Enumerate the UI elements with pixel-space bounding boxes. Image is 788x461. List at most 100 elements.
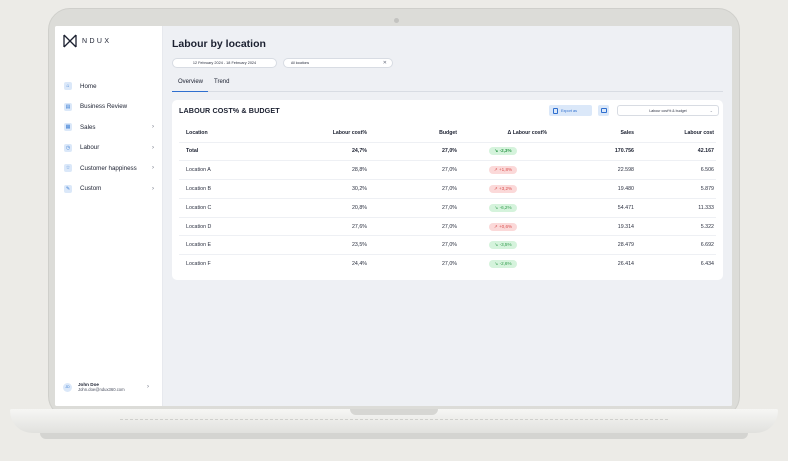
- delta-value: -2,3%: [499, 148, 512, 154]
- labour-cost-cell: 42.167: [636, 141, 716, 161]
- location-cell: Location B: [179, 179, 269, 199]
- budget-cell: 27,0%: [369, 160, 459, 180]
- delta-value: +1,8%: [498, 167, 513, 173]
- metric-select-value: Labour cost% & budget: [649, 108, 687, 113]
- date-range-picker[interactable]: 12 February 2024 - 18 February 2024: [172, 58, 277, 68]
- chevron-right-icon: ›: [152, 144, 154, 151]
- column-header: Labour cost%: [332, 129, 367, 136]
- delta-value: +0,6%: [498, 223, 513, 229]
- table-row: Location E 23,5% 27,0% ↘ -3,5% 28.479 6.692: [179, 235, 716, 255]
- laptop-notch: [350, 409, 438, 415]
- delta-cell: ↗ +0,6%: [459, 216, 549, 236]
- delta-cell: ↘ -2,3%: [459, 141, 549, 161]
- export-button[interactable]: Export as: [549, 105, 592, 116]
- delta-badge: ↗ +1,8%: [488, 166, 518, 175]
- sales-cell: 26.414: [549, 254, 636, 274]
- table-row: Location A 28,8% 27,0% ↗ +1,8% 22.598 6.506: [179, 160, 716, 180]
- sidebar-item-label: Labour: [80, 144, 100, 152]
- budget-cell: 27,0%: [369, 197, 459, 218]
- table-row: Location B 30,2% 27,0% ↗ +3,2% 19.480 5.879: [179, 179, 716, 199]
- sidebar-item-label: Sales: [80, 123, 96, 131]
- location-filter-label: All locations: [291, 61, 310, 65]
- budget-cell: 27,0%: [369, 216, 459, 236]
- sidebar-nav: ⌂ Home ▤ Business Review ▦ Sales › ◷ Labour › ☆ Cus…: [55, 76, 163, 199]
- laptop-camera: [394, 18, 399, 23]
- tab-trend[interactable]: Trend: [208, 78, 234, 92]
- chevron-right-icon: ›: [147, 384, 149, 390]
- labour-cost-cell: 11.333: [636, 197, 716, 218]
- labour-pct-cell: 24,7%: [269, 141, 369, 161]
- column-header: Sales: [620, 129, 634, 136]
- sidebar: NDUX ⌂ Home ▤ Business Review ▦ Sales › ◷ Labour…: [55, 26, 163, 406]
- logo-mark-icon: [63, 34, 77, 48]
- delta-badge: ↗ +0,6%: [488, 222, 518, 231]
- clock-icon: ◷: [64, 143, 72, 152]
- location-cell: Location D: [179, 216, 269, 236]
- chart-view-button[interactable]: [598, 105, 609, 116]
- sales-cell: 28.479: [549, 235, 636, 255]
- column-header: Location: [186, 129, 208, 136]
- sidebar-item-label: Home: [80, 82, 97, 90]
- delta-value: -6,2%: [499, 204, 512, 210]
- sidebar-item-custom[interactable]: ✎ Custom ›: [55, 179, 163, 200]
- tab-overview[interactable]: Overview: [172, 78, 209, 92]
- logo[interactable]: NDUX: [63, 34, 111, 48]
- labour-pct-cell: 30,2%: [269, 179, 369, 199]
- labour-table: Location Labour cost% Budget Δ Labour cost%…: [179, 124, 716, 274]
- delta-badge: ↘ -6,2%: [489, 203, 517, 212]
- delta-cell: ↘ -6,2%: [459, 197, 549, 218]
- delta-value: +3,2%: [498, 185, 513, 191]
- user-email: John.doe@ndux360.com: [78, 387, 125, 392]
- location-filter[interactable]: All locations ✕: [283, 58, 393, 68]
- user-profile[interactable]: JD John Doe John.doe@ndux360.com ›: [63, 382, 149, 392]
- home-icon: ⌂: [64, 82, 72, 91]
- column-header: Budget: [439, 129, 457, 136]
- table-row: Location D 27,6% 27,0% ↗ +0,6% 19.314 5.322: [179, 216, 716, 236]
- labour-pct-cell: 24,4%: [269, 254, 369, 274]
- sidebar-item-home[interactable]: ⌂ Home: [55, 76, 163, 97]
- export-icon: [553, 107, 558, 114]
- star-icon: ☆: [64, 164, 72, 173]
- close-icon[interactable]: ✕: [383, 60, 387, 66]
- delta-badge: ↗ +3,2%: [488, 184, 518, 193]
- main-content: Labour by location 12 February 2024 - 18…: [163, 26, 732, 406]
- delta-badge: ↘ -2,6%: [489, 260, 517, 269]
- sales-cell: 170.756: [549, 141, 636, 161]
- delta-cell: ↗ +3,2%: [459, 179, 549, 199]
- sidebar-item-business-review[interactable]: ▤ Business Review: [55, 97, 163, 118]
- delta-value: -3,5%: [499, 242, 512, 248]
- report-icon: ▤: [64, 102, 72, 111]
- sales-cell: 22.598: [549, 160, 636, 180]
- delta-cell: ↗ +1,8%: [459, 160, 549, 180]
- budget-cell: 27,0%: [369, 254, 459, 274]
- delta-cell: ↘ -3,5%: [459, 235, 549, 255]
- labour-pct-cell: 27,6%: [269, 216, 369, 236]
- labour-cost-cell: 5.879: [636, 179, 716, 199]
- sidebar-item-sales[interactable]: ▦ Sales ›: [55, 117, 163, 138]
- chart-icon: [600, 108, 607, 113]
- chevron-right-icon: ›: [152, 165, 154, 172]
- sales-cell: 19.480: [549, 179, 636, 199]
- labour-cost-cell: 5.322: [636, 216, 716, 236]
- table-body: Total 24,7% 27,0% ↘ -2,3% 170.756 42.167 Locat…: [179, 141, 716, 274]
- sales-icon: ▦: [64, 123, 72, 132]
- location-cell: Total: [179, 141, 269, 161]
- metric-select[interactable]: Labour cost% & budget ⌄: [617, 105, 719, 116]
- logo-text: NDUX: [82, 37, 112, 45]
- column-header: Labour cost: [684, 129, 714, 136]
- sidebar-item-customer-happiness[interactable]: ☆ Customer happiness ›: [55, 158, 163, 179]
- budget-cell: 27,0%: [369, 179, 459, 199]
- laptop-foot: [40, 433, 748, 439]
- laptop-base: [10, 409, 778, 433]
- table-row: Location C 20,8% 27,0% ↘ -6,2% 54.471 11.333: [179, 197, 716, 218]
- table-row: Location F 24,4% 27,0% ↘ -2,6% 26.414 6.434: [179, 254, 716, 274]
- labour-pct-cell: 20,8%: [269, 197, 369, 218]
- sidebar-item-labour[interactable]: ◷ Labour ›: [55, 138, 163, 159]
- sidebar-item-label: Custom: [80, 185, 102, 193]
- labour-cost-card: LABOUR COST% & BUDGET Export as Labour c…: [172, 100, 723, 280]
- export-label: Export as: [561, 108, 578, 113]
- labour-cost-cell: 6.506: [636, 160, 716, 180]
- location-cell: Location A: [179, 160, 269, 180]
- chevron-down-icon: ⌄: [709, 108, 713, 113]
- tab-bar: Overview Trend: [172, 78, 723, 92]
